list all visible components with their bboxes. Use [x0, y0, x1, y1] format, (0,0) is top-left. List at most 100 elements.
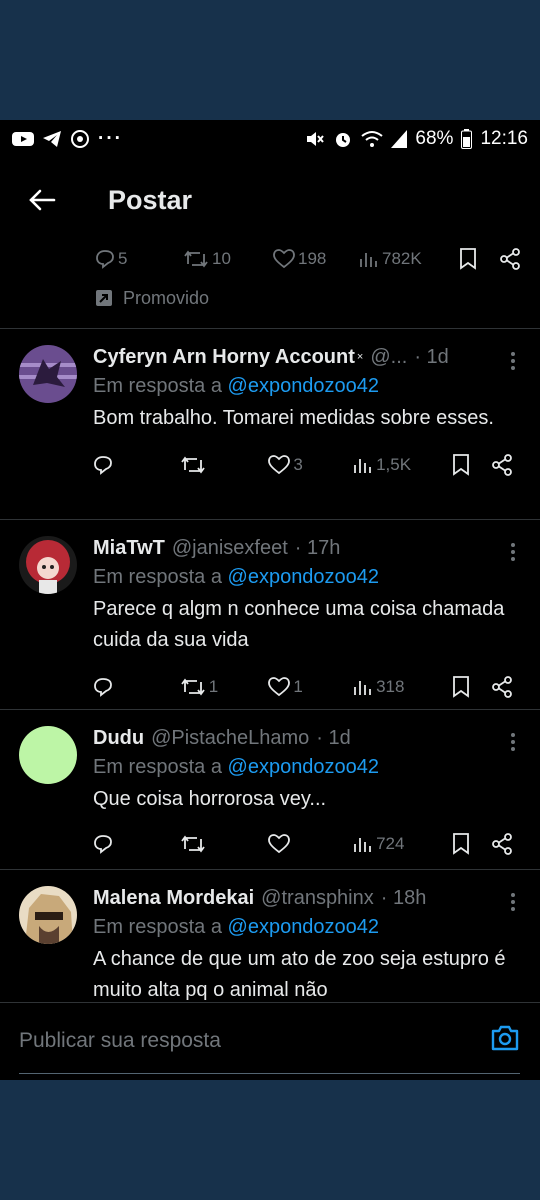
views-button[interactable]: 1,5K [353, 455, 452, 475]
heart-icon [268, 455, 291, 475]
more-options-icon[interactable] [510, 732, 516, 757]
action-bar: 724 [93, 825, 513, 863]
like-button[interactable]: 3 [268, 455, 353, 475]
tweet-header: MiaTwT @janisexfeet · 17h [93, 534, 513, 562]
mention-link[interactable]: @expondozoo42 [228, 375, 380, 397]
tweet-header: Cyferyn Arn Horny Account × @... · 1d [93, 343, 513, 371]
reply-button[interactable] [93, 455, 180, 475]
avatar[interactable] [19, 726, 77, 784]
bookmark-button[interactable] [452, 833, 491, 855]
back-button[interactable] [0, 188, 84, 212]
views-count: 1,5K [376, 455, 412, 474]
handle[interactable]: @PistacheLhamo [151, 724, 309, 752]
like-count: 198 [298, 249, 327, 268]
reply-context: Em resposta a @expondozoo42 [93, 562, 513, 592]
display-name[interactable]: MiaTwT [93, 534, 165, 562]
handle[interactable]: @transphinx [261, 884, 374, 912]
reply-button[interactable]: 5 [95, 249, 183, 269]
tweet-text: Parece q algm n conhece uma coisa chamad… [93, 598, 505, 651]
views-icon [354, 838, 371, 852]
tweet-body: MiaTwT @janisexfeet · 17h Em resposta a … [93, 534, 513, 706]
bookmark-icon [460, 248, 476, 270]
tweet-body: Cyferyn Arn Horny Account × @... · 1d Em… [93, 343, 513, 484]
tweet-text: Bom trabalho. Tomarei medidas sobre esse… [93, 407, 494, 429]
mention-link[interactable]: @expondozoo42 [228, 916, 380, 938]
repost-button[interactable] [180, 834, 269, 854]
share-icon [492, 676, 512, 698]
views-button[interactable]: 782K [359, 249, 459, 269]
mention-link[interactable]: @expondozoo42 [228, 756, 380, 778]
tweet[interactable]: Malena Mordekai @transphinx · 18h Em res… [0, 870, 540, 1002]
like-count: 1 [293, 677, 303, 696]
more-options-icon[interactable] [510, 892, 516, 917]
promoted-text: Promovido [123, 287, 210, 308]
signal-icon [391, 130, 408, 148]
tweet[interactable]: Cyferyn Arn Horny Account × @... · 1d Em… [0, 329, 540, 519]
share-button[interactable] [491, 454, 513, 476]
reply-count: 5 [118, 249, 128, 268]
views-icon [360, 253, 377, 267]
youtube-icon [12, 131, 34, 147]
display-name[interactable]: Cyferyn Arn Horny Account [93, 343, 355, 371]
share-button[interactable] [491, 676, 513, 698]
reply-context: Em resposta a @expondozoo42 [93, 752, 513, 782]
reply-icon [94, 678, 112, 697]
tweet[interactable]: MiaTwT @janisexfeet · 17h Em resposta a … [0, 520, 540, 709]
views-button[interactable]: 318 [353, 677, 452, 697]
more-options-icon[interactable] [510, 542, 516, 567]
avatar[interactable] [19, 345, 77, 403]
avatar[interactable] [19, 536, 77, 594]
header: Postar [0, 170, 540, 230]
reply-button[interactable] [93, 677, 180, 697]
tweet-feed[interactable]: 5 10 198 782K Promovido Cyferyn Arn Horn… [0, 240, 540, 1002]
repost-icon [184, 250, 208, 268]
app-screen: ··· 68% 12:16 Postar 5 10 198 782K Promo… [0, 120, 540, 1080]
camera-icon[interactable] [490, 1025, 520, 1056]
bookmark-button[interactable] [452, 454, 491, 476]
timestamp: · 1d [316, 727, 351, 749]
bookmark-button[interactable] [452, 676, 491, 698]
bookmark-icon [452, 833, 469, 855]
arrow-left-icon [29, 189, 56, 211]
promoted-tweet-footer: 5 10 198 782K Promovido [0, 240, 540, 329]
views-count: 724 [376, 834, 405, 853]
reply-input[interactable]: Publicar sua resposta [19, 1029, 221, 1053]
handle[interactable]: @janisexfeet [172, 534, 288, 562]
share-button[interactable] [491, 833, 513, 855]
bookmark-button[interactable] [459, 248, 499, 270]
reply-icon [96, 250, 114, 269]
display-name[interactable]: Dudu [93, 724, 144, 752]
views-count: 782K [382, 249, 422, 268]
share-button[interactable] [499, 248, 521, 270]
like-button[interactable]: 198 [273, 249, 359, 269]
repost-button[interactable]: 10 [183, 249, 273, 269]
tweet-body: Malena Mordekai @transphinx · 18h Em res… [93, 884, 513, 1002]
reply-icon [94, 835, 112, 854]
like-count: 3 [293, 455, 303, 474]
sync-icon [70, 129, 90, 149]
share-icon [492, 833, 512, 855]
display-name[interactable]: Malena Mordekai [93, 884, 254, 912]
mute-icon [305, 130, 325, 148]
tweet[interactable]: Dudu @PistacheLhamo · 1d Em resposta a @… [0, 710, 540, 869]
tweet-text: Que coisa horrorosa vey... [93, 788, 327, 810]
promoted-label[interactable]: Promovido [95, 278, 540, 318]
heart-icon [268, 834, 291, 854]
repost-count: 10 [212, 249, 231, 268]
action-bar: 1 1 318 [93, 668, 513, 706]
views-button[interactable]: 724 [353, 834, 452, 854]
handle[interactable]: @... [370, 343, 407, 371]
avatar[interactable] [19, 886, 77, 944]
like-button[interactable]: 1 [268, 677, 353, 697]
repost-icon [180, 835, 205, 853]
views-icon [354, 459, 371, 473]
reply-composer[interactable]: Publicar sua resposta [0, 1002, 540, 1080]
reply-button[interactable] [93, 834, 180, 854]
more-options-icon[interactable] [510, 351, 516, 376]
repost-button[interactable]: 1 [180, 677, 269, 697]
reply-prefix: Em resposta a [93, 756, 222, 778]
wifi-icon [361, 130, 384, 148]
repost-button[interactable] [180, 455, 269, 475]
like-button[interactable] [268, 834, 353, 854]
mention-link[interactable]: @expondozoo42 [228, 566, 380, 588]
